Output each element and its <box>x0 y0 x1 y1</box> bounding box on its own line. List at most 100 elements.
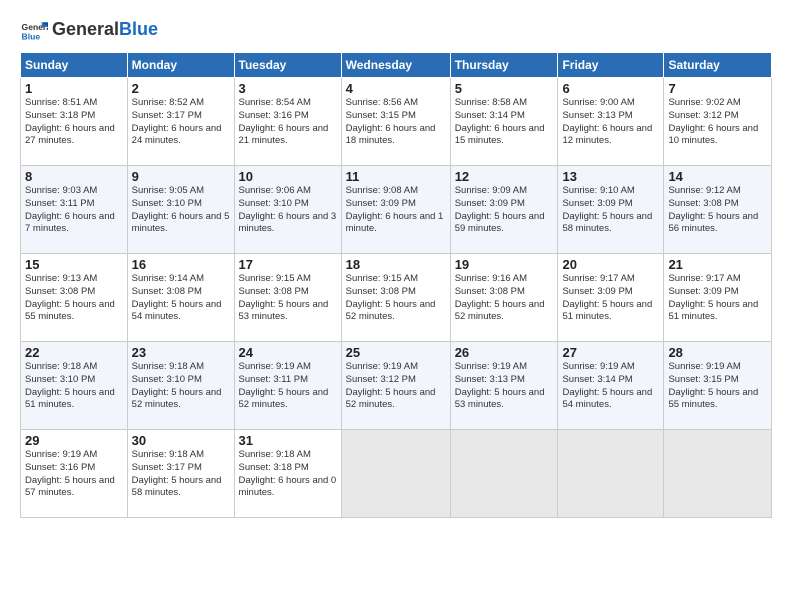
day-info: Sunrise: 9:09 AMSunset: 3:09 PMDaylight:… <box>455 185 545 234</box>
calendar-cell: 13Sunrise: 9:10 AMSunset: 3:09 PMDayligh… <box>558 166 664 254</box>
day-info: Sunrise: 9:19 AMSunset: 3:12 PMDaylight:… <box>346 361 436 410</box>
calendar-cell <box>450 430 558 518</box>
page-header: General Blue GeneralBlue <box>20 16 772 44</box>
day-number: 9 <box>132 169 230 184</box>
day-number: 29 <box>25 433 123 448</box>
day-number: 22 <box>25 345 123 360</box>
day-info: Sunrise: 9:15 AMSunset: 3:08 PMDaylight:… <box>239 273 329 322</box>
calendar-cell <box>341 430 450 518</box>
day-number: 30 <box>132 433 230 448</box>
calendar-cell: 17Sunrise: 9:15 AMSunset: 3:08 PMDayligh… <box>234 254 341 342</box>
day-info: Sunrise: 9:02 AMSunset: 3:12 PMDaylight:… <box>668 97 758 146</box>
day-number: 14 <box>668 169 767 184</box>
calendar-cell <box>664 430 772 518</box>
day-info: Sunrise: 9:00 AMSunset: 3:13 PMDaylight:… <box>562 97 652 146</box>
calendar-cell: 18Sunrise: 9:15 AMSunset: 3:08 PMDayligh… <box>341 254 450 342</box>
day-number: 2 <box>132 81 230 96</box>
day-info: Sunrise: 9:18 AMSunset: 3:10 PMDaylight:… <box>132 361 222 410</box>
day-info: Sunrise: 8:54 AMSunset: 3:16 PMDaylight:… <box>239 97 329 146</box>
calendar-cell <box>558 430 664 518</box>
day-number: 1 <box>25 81 123 96</box>
day-info: Sunrise: 9:14 AMSunset: 3:08 PMDaylight:… <box>132 273 222 322</box>
calendar-cell: 15Sunrise: 9:13 AMSunset: 3:08 PMDayligh… <box>21 254 128 342</box>
calendar-cell: 26Sunrise: 9:19 AMSunset: 3:13 PMDayligh… <box>450 342 558 430</box>
day-info: Sunrise: 9:10 AMSunset: 3:09 PMDaylight:… <box>562 185 652 234</box>
day-info: Sunrise: 9:13 AMSunset: 3:08 PMDaylight:… <box>25 273 115 322</box>
calendar-cell: 14Sunrise: 9:12 AMSunset: 3:08 PMDayligh… <box>664 166 772 254</box>
calendar-cell: 25Sunrise: 9:19 AMSunset: 3:12 PMDayligh… <box>341 342 450 430</box>
day-info: Sunrise: 9:19 AMSunset: 3:13 PMDaylight:… <box>455 361 545 410</box>
day-info: Sunrise: 9:19 AMSunset: 3:16 PMDaylight:… <box>25 449 115 498</box>
calendar-cell: 28Sunrise: 9:19 AMSunset: 3:15 PMDayligh… <box>664 342 772 430</box>
day-number: 13 <box>562 169 659 184</box>
day-info: Sunrise: 9:18 AMSunset: 3:18 PMDaylight:… <box>239 449 337 498</box>
day-number: 6 <box>562 81 659 96</box>
weekday-header-saturday: Saturday <box>664 53 772 78</box>
day-info: Sunrise: 9:05 AMSunset: 3:10 PMDaylight:… <box>132 185 230 234</box>
day-info: Sunrise: 8:56 AMSunset: 3:15 PMDaylight:… <box>346 97 436 146</box>
calendar-cell: 30Sunrise: 9:18 AMSunset: 3:17 PMDayligh… <box>127 430 234 518</box>
calendar-cell: 4Sunrise: 8:56 AMSunset: 3:15 PMDaylight… <box>341 78 450 166</box>
day-info: Sunrise: 8:58 AMSunset: 3:14 PMDaylight:… <box>455 97 545 146</box>
weekday-header-tuesday: Tuesday <box>234 53 341 78</box>
day-number: 3 <box>239 81 337 96</box>
weekday-header-friday: Friday <box>558 53 664 78</box>
calendar-cell: 7Sunrise: 9:02 AMSunset: 3:12 PMDaylight… <box>664 78 772 166</box>
calendar-cell: 22Sunrise: 9:18 AMSunset: 3:10 PMDayligh… <box>21 342 128 430</box>
day-number: 8 <box>25 169 123 184</box>
weekday-header-sunday: Sunday <box>21 53 128 78</box>
day-number: 10 <box>239 169 337 184</box>
calendar-cell: 12Sunrise: 9:09 AMSunset: 3:09 PMDayligh… <box>450 166 558 254</box>
day-number: 25 <box>346 345 446 360</box>
day-number: 21 <box>668 257 767 272</box>
logo-text: GeneralBlue <box>52 20 158 40</box>
calendar-cell: 29Sunrise: 9:19 AMSunset: 3:16 PMDayligh… <box>21 430 128 518</box>
day-number: 16 <box>132 257 230 272</box>
logo-icon: General Blue <box>20 16 48 44</box>
calendar-cell: 1Sunrise: 8:51 AMSunset: 3:18 PMDaylight… <box>21 78 128 166</box>
day-info: Sunrise: 9:19 AMSunset: 3:14 PMDaylight:… <box>562 361 652 410</box>
day-info: Sunrise: 9:18 AMSunset: 3:17 PMDaylight:… <box>132 449 222 498</box>
calendar-cell: 23Sunrise: 9:18 AMSunset: 3:10 PMDayligh… <box>127 342 234 430</box>
calendar-cell: 10Sunrise: 9:06 AMSunset: 3:10 PMDayligh… <box>234 166 341 254</box>
day-number: 20 <box>562 257 659 272</box>
day-number: 31 <box>239 433 337 448</box>
day-number: 7 <box>668 81 767 96</box>
day-number: 23 <box>132 345 230 360</box>
day-number: 24 <box>239 345 337 360</box>
day-number: 15 <box>25 257 123 272</box>
day-number: 18 <box>346 257 446 272</box>
day-number: 26 <box>455 345 554 360</box>
calendar-cell: 8Sunrise: 9:03 AMSunset: 3:11 PMDaylight… <box>21 166 128 254</box>
calendar-cell: 27Sunrise: 9:19 AMSunset: 3:14 PMDayligh… <box>558 342 664 430</box>
calendar-table: SundayMondayTuesdayWednesdayThursdayFrid… <box>20 52 772 518</box>
calendar-cell: 9Sunrise: 9:05 AMSunset: 3:10 PMDaylight… <box>127 166 234 254</box>
day-info: Sunrise: 9:03 AMSunset: 3:11 PMDaylight:… <box>25 185 115 234</box>
calendar-cell: 5Sunrise: 8:58 AMSunset: 3:14 PMDaylight… <box>450 78 558 166</box>
day-info: Sunrise: 9:12 AMSunset: 3:08 PMDaylight:… <box>668 185 758 234</box>
weekday-header-wednesday: Wednesday <box>341 53 450 78</box>
day-number: 17 <box>239 257 337 272</box>
day-number: 28 <box>668 345 767 360</box>
calendar-cell: 24Sunrise: 9:19 AMSunset: 3:11 PMDayligh… <box>234 342 341 430</box>
calendar-cell: 3Sunrise: 8:54 AMSunset: 3:16 PMDaylight… <box>234 78 341 166</box>
calendar-cell: 11Sunrise: 9:08 AMSunset: 3:09 PMDayligh… <box>341 166 450 254</box>
calendar-cell: 6Sunrise: 9:00 AMSunset: 3:13 PMDaylight… <box>558 78 664 166</box>
logo: General Blue GeneralBlue <box>20 16 158 44</box>
day-info: Sunrise: 9:16 AMSunset: 3:08 PMDaylight:… <box>455 273 545 322</box>
calendar-cell: 19Sunrise: 9:16 AMSunset: 3:08 PMDayligh… <box>450 254 558 342</box>
day-info: Sunrise: 8:52 AMSunset: 3:17 PMDaylight:… <box>132 97 222 146</box>
day-number: 11 <box>346 169 446 184</box>
day-info: Sunrise: 9:15 AMSunset: 3:08 PMDaylight:… <box>346 273 436 322</box>
day-info: Sunrise: 9:17 AMSunset: 3:09 PMDaylight:… <box>562 273 652 322</box>
day-info: Sunrise: 9:17 AMSunset: 3:09 PMDaylight:… <box>668 273 758 322</box>
calendar-cell: 21Sunrise: 9:17 AMSunset: 3:09 PMDayligh… <box>664 254 772 342</box>
day-number: 27 <box>562 345 659 360</box>
day-number: 12 <box>455 169 554 184</box>
day-info: Sunrise: 9:08 AMSunset: 3:09 PMDaylight:… <box>346 185 444 234</box>
calendar-cell: 31Sunrise: 9:18 AMSunset: 3:18 PMDayligh… <box>234 430 341 518</box>
day-info: Sunrise: 9:19 AMSunset: 3:11 PMDaylight:… <box>239 361 329 410</box>
svg-text:Blue: Blue <box>22 31 41 41</box>
calendar-cell: 16Sunrise: 9:14 AMSunset: 3:08 PMDayligh… <box>127 254 234 342</box>
day-info: Sunrise: 9:06 AMSunset: 3:10 PMDaylight:… <box>239 185 337 234</box>
